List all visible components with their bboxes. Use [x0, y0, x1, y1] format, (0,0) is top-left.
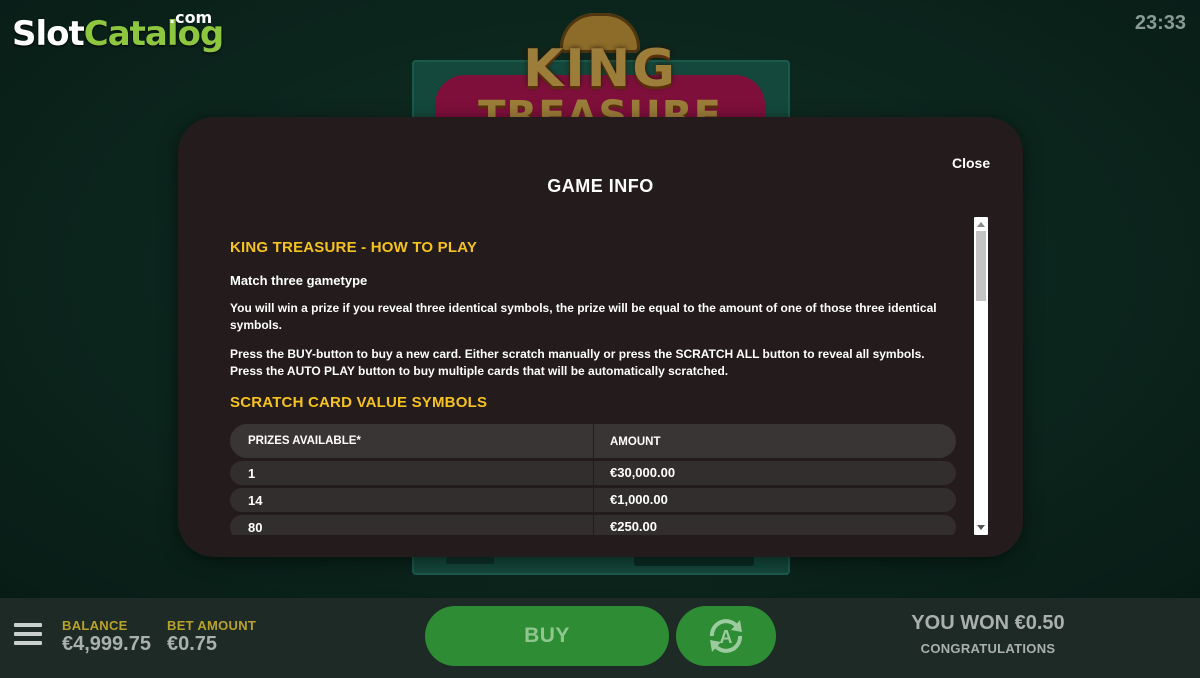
dialog-content[interactable]: KING TREASURE - HOW TO PLAY Match three … [230, 237, 956, 535]
svg-text:A: A [720, 627, 733, 647]
prize-table: PRIZES AVAILABLE* AMOUNT 1 €30,000.00 14… [230, 424, 956, 535]
bet-amount-label: BET AMOUNT [167, 618, 257, 633]
amount-cell: €1,000.00 [610, 492, 668, 507]
prizes-cell: 1 [248, 465, 256, 481]
table-row: 14 €1,000.00 [230, 488, 956, 512]
bet-amount-display[interactable]: BET AMOUNT €0.75 [167, 618, 256, 656]
balance-display: BALANCE €4,999.75 [62, 618, 151, 656]
clock: 23:33 [1134, 12, 1186, 34]
hamburger-menu-icon[interactable] [14, 623, 42, 647]
bet-amount-value: €0.75 [167, 633, 218, 655]
game-info-dialog: GAME INFO Close KING TREASURE - HOW TO P… [178, 117, 1023, 557]
col-prizes-available: PRIZES AVAILABLE* [248, 435, 361, 447]
dialog-title: GAME INFO [547, 176, 654, 196]
balance-value: €4,999.75 [62, 633, 151, 655]
win-amount-text: YOU WON €0.50 [911, 612, 1065, 634]
amount-cell: €30,000.00 [610, 465, 676, 480]
prizes-cell: 14 [248, 492, 263, 508]
watermark-com: .com [169, 8, 213, 27]
scrollbar-thumb[interactable] [976, 231, 986, 301]
win-display: YOU WON €0.50 CONGRATULATIONS [888, 612, 1088, 656]
autoplay-button[interactable]: A [676, 606, 776, 666]
table-row: 80 €250.00 [230, 515, 956, 535]
dialog-scrollbar[interactable] [974, 217, 988, 535]
rules-paragraph-2: Press the BUY-button to buy a new card. … [230, 347, 925, 378]
rules-paragraph-1: You will win a prize if you reveal three… [230, 301, 937, 332]
gametype-text: Match three gametype [230, 273, 368, 288]
control-bar: BALANCE €4,999.75 BET AMOUNT €0.75 BUY A… [0, 598, 1200, 678]
buy-label: BUY [524, 624, 570, 647]
autoplay-icon: A [710, 619, 742, 653]
col-amount: AMOUNT [610, 436, 661, 448]
value-symbols-heading: SCRATCH CARD VALUE SYMBOLS [230, 394, 488, 411]
buy-button[interactable]: BUY [425, 606, 669, 666]
balance-label: BALANCE [62, 618, 128, 633]
how-to-play-heading: KING TREASURE - HOW TO PLAY [230, 239, 478, 256]
watermark-slot: Slot [12, 14, 85, 54]
table-row: 1 €30,000.00 [230, 461, 956, 485]
site-watermark: SlotCatalog .com [12, 8, 224, 54]
scroll-up-icon[interactable] [977, 222, 985, 227]
scroll-down-icon[interactable] [977, 525, 985, 530]
prizes-cell: 80 [248, 519, 263, 535]
prize-table-header: PRIZES AVAILABLE* AMOUNT [230, 424, 956, 458]
amount-cell: €250.00 [610, 519, 657, 534]
close-button[interactable]: Close [952, 155, 990, 171]
congratulations-text: CONGRATULATIONS [920, 641, 1056, 656]
